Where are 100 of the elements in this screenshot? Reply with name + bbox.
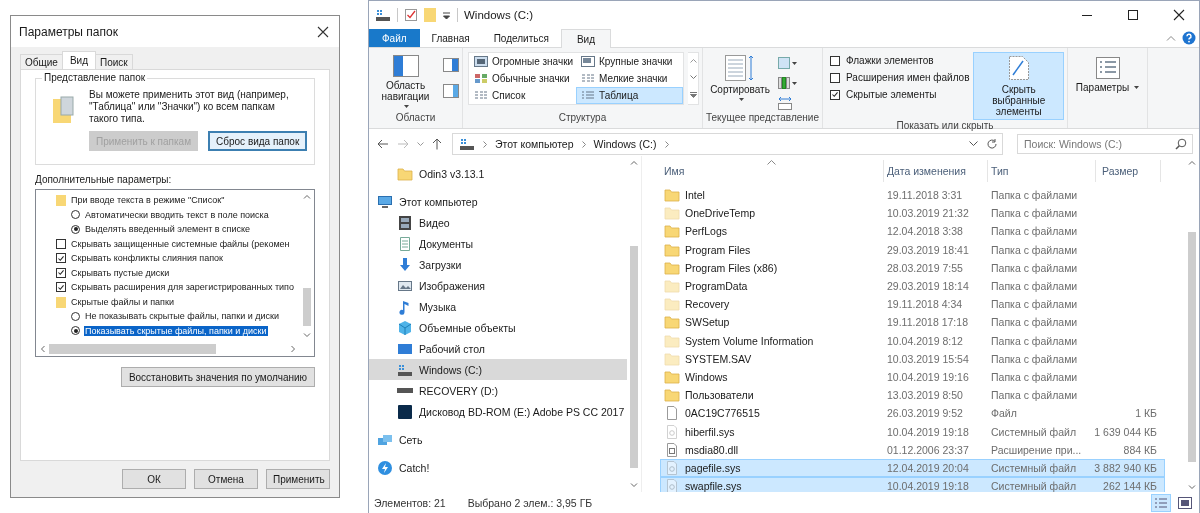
search-icon[interactable]	[1175, 138, 1187, 150]
hide-selected-button[interactable]: Скрыть выбранные элементы	[973, 52, 1064, 120]
restore-defaults-button[interactable]: Восстановить значения по умолчанию	[121, 367, 315, 387]
down-chevron-icon[interactable]	[1188, 485, 1196, 490]
radio-button[interactable]	[71, 326, 80, 336]
file-row[interactable]: swapfile.sys 10.04.2019 19:18 Системный файл 262 144 КБ	[660, 477, 1165, 492]
chevron-right-icon[interactable]	[483, 140, 487, 148]
tab[interactable]: Вид	[560, 29, 611, 48]
tab[interactable]: Поиск	[95, 54, 133, 69]
button[interactable]: Применить	[266, 469, 330, 489]
chevron-right-icon[interactable]	[581, 140, 586, 148]
layout-option[interactable]: Мелкие значки	[576, 70, 683, 87]
up-chevron-icon[interactable]	[689, 59, 697, 64]
navigation-pane-button[interactable]: Область навигации	[372, 52, 439, 111]
file-name[interactable]: Program Files (x86)	[661, 259, 884, 276]
checkbox-label[interactable]: Флажки элементов	[846, 55, 934, 66]
file-row[interactable]: pagefile.sys 12.04.2019 20:04 Системный файл 3 882 940 КБ	[660, 458, 1165, 477]
column-header[interactable]: Дата изменения	[884, 160, 988, 182]
help-icon[interactable]	[1182, 31, 1196, 45]
details-pane-icon[interactable]	[443, 84, 459, 98]
preview-pane-icon[interactable]	[443, 58, 459, 72]
radio-button[interactable]	[71, 224, 80, 234]
right-chevron-icon[interactable]	[291, 345, 296, 353]
checkbox[interactable]	[56, 253, 66, 264]
checklist-icon[interactable]	[404, 8, 418, 22]
breadcrumb-item[interactable]: Этот компьютер	[495, 138, 574, 150]
file-name[interactable]: System Volume Information	[661, 332, 884, 349]
tab[interactable]: Поделиться	[481, 29, 561, 47]
tree-item[interactable]: RECOVERY (D:)	[369, 380, 627, 401]
file-name[interactable]: PerfLogs	[661, 223, 884, 240]
checkbox[interactable]	[56, 267, 66, 278]
tree-item[interactable]: Windows (C:)	[369, 359, 627, 380]
options-button[interactable]: Параметры	[1073, 54, 1142, 96]
layout-option[interactable]: Список	[469, 87, 576, 104]
file-name[interactable]: Windows	[661, 368, 884, 385]
tree-item[interactable]: Музыка	[369, 296, 627, 317]
up-chevron-icon[interactable]	[1188, 160, 1196, 165]
layout-option[interactable]: Огромные значки	[469, 53, 576, 70]
checkbox-label[interactable]: Скрытые элементы	[846, 89, 937, 100]
down-chevron-icon[interactable]	[689, 75, 697, 80]
tab[interactable]: Общие	[20, 54, 63, 69]
up-chevron-icon[interactable]	[630, 160, 638, 165]
scroll-thumb[interactable]	[303, 288, 311, 326]
up-arrow-icon[interactable]	[432, 138, 442, 150]
tree-item[interactable]: Документы	[369, 233, 627, 254]
column-header[interactable]: Тип	[988, 160, 1096, 182]
tree-item[interactable]: Odin3 v3.13.1	[369, 163, 627, 184]
file-name[interactable]: Program Files	[661, 241, 884, 258]
column-header[interactable]: Имя	[661, 160, 884, 182]
checkbox[interactable]	[830, 89, 840, 100]
checkbox[interactable]	[830, 55, 840, 66]
file-name[interactable]: swapfile.sys	[661, 478, 884, 492]
tab[interactable]: Файл	[369, 29, 420, 47]
tree-item[interactable]: Видео	[369, 212, 627, 233]
expand-icon[interactable]	[689, 91, 697, 98]
scroll-thumb[interactable]	[1188, 232, 1196, 462]
tree-item[interactable]: Catch!	[369, 457, 627, 478]
checkbox[interactable]	[830, 72, 840, 83]
tree-item[interactable]: Изображения	[369, 275, 627, 296]
file-name[interactable]: Пользователи	[661, 387, 884, 404]
tree-item[interactable]: Дисковод BD-ROM (E:) Adobe PS CC 2017	[369, 401, 627, 422]
tree-item[interactable]: Этот компьютер	[369, 191, 627, 212]
file-name[interactable]: Intel	[661, 187, 884, 204]
sort-button[interactable]: Сортировать	[706, 52, 774, 104]
tab[interactable]: Вид	[61, 51, 96, 69]
back-arrow-icon[interactable]	[377, 139, 389, 149]
radio-button[interactable]	[71, 210, 80, 220]
file-name[interactable]: hiberfil.sys	[661, 423, 884, 440]
file-name[interactable]: msdia80.dll	[661, 441, 884, 458]
tree-item[interactable]: Сеть	[369, 429, 627, 450]
column-header[interactable]: Размер	[1096, 160, 1161, 182]
file-name[interactable]: SYSTEM.SAV	[661, 350, 884, 367]
checkbox[interactable]	[56, 282, 66, 293]
up-chevron-icon[interactable]	[303, 194, 311, 199]
chevron-down-icon[interactable]	[969, 141, 978, 147]
tab[interactable]: Главная	[419, 29, 482, 47]
button[interactable]: ОК	[122, 469, 186, 489]
scroll-thumb[interactable]	[49, 344, 216, 354]
dropdown-icon[interactable]	[442, 10, 451, 20]
option-label[interactable]: Автоматически вводить текст в поле поиска	[84, 209, 270, 220]
layout-option[interactable]: Таблица	[576, 87, 683, 104]
refresh-icon[interactable]	[986, 138, 998, 150]
tree-item[interactable]: Загрузки	[369, 254, 627, 275]
tree-item[interactable]: Рабочий стол	[369, 338, 627, 359]
tree-item[interactable]: Объемные объекты	[369, 317, 627, 338]
file-name[interactable]: Recovery	[661, 296, 884, 313]
option-label[interactable]: Показывать скрытые файлы, папки и диски	[84, 325, 268, 336]
button[interactable]: Отмена	[194, 469, 258, 489]
option-label[interactable]: Скрывать защищенные системные файлы (рекомен	[70, 238, 291, 249]
file-name[interactable]: pagefile.sys	[661, 459, 884, 476]
file-name[interactable]: OneDriveTemp	[661, 205, 884, 222]
down-chevron-icon[interactable]	[630, 483, 638, 488]
radio-button[interactable]	[71, 311, 80, 321]
checkbox-label[interactable]: Расширения имен файлов	[846, 72, 970, 83]
layout-option[interactable]: Обычные значки	[469, 70, 576, 87]
layout-option[interactable]: Крупные значки	[576, 53, 683, 70]
fit-columns-icon[interactable]	[778, 96, 792, 110]
down-chevron-icon[interactable]	[303, 333, 311, 338]
option-label[interactable]: Не показывать скрытые файлы, папки и диски	[84, 311, 280, 322]
checkbox[interactable]	[56, 238, 66, 249]
